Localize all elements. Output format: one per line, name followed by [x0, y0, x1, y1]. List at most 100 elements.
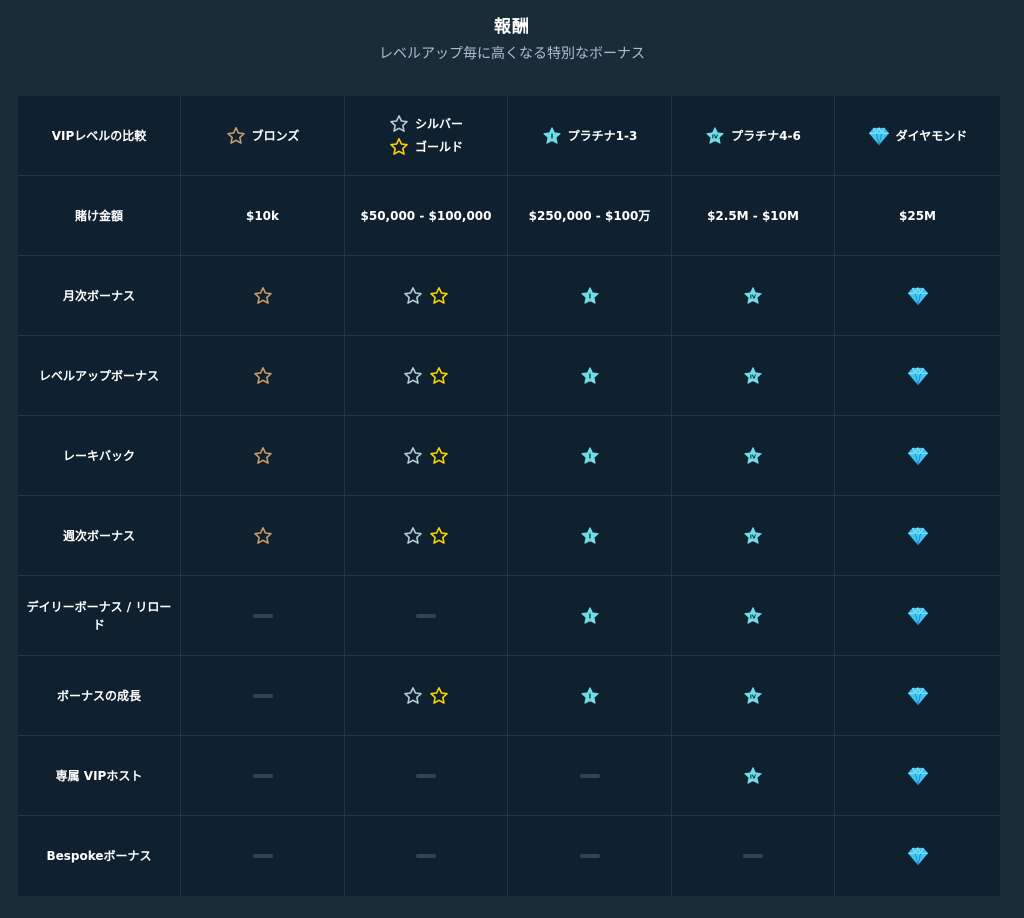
- svg-text:IV: IV: [750, 694, 757, 700]
- wager-label-cell: 賭け金額: [18, 176, 181, 256]
- benefit-cell: [345, 336, 508, 416]
- platinum-iv-star-icon: IV: [705, 126, 725, 146]
- row-label: Bespokeボーナス: [46, 849, 152, 863]
- row-label: ボーナスの成長: [56, 688, 141, 703]
- benefit-cell: IV: [672, 576, 835, 656]
- platinum-iv-star-icon: IV: [743, 286, 763, 306]
- wager-value: $250,000 - $100万: [528, 208, 651, 223]
- benefit-cell: [181, 496, 345, 576]
- svg-text:I: I: [588, 452, 590, 460]
- wager-cell: $2.5M - $10M: [672, 176, 835, 256]
- platinum-i-star-icon: I: [580, 526, 600, 546]
- gold-star-icon: [429, 686, 449, 706]
- benefit-cell: [835, 416, 1000, 496]
- benefit-cell: [345, 656, 508, 736]
- benefit-cell: [345, 496, 508, 576]
- benefit-label-cell: 週次ボーナス: [18, 496, 181, 576]
- gold-star-icon: [429, 286, 449, 306]
- benefit-cell: IV: [672, 256, 835, 336]
- wager-value: $10k: [245, 208, 280, 223]
- unavailable-dash: [416, 854, 436, 858]
- benefit-cell: [835, 576, 1000, 656]
- tier-header-silver_gold: シルバー ゴールド: [345, 96, 508, 176]
- platinum-i-star-icon: I: [580, 606, 600, 626]
- benefit-cell: [181, 736, 345, 816]
- benefit-label-cell: Bespokeボーナス: [18, 816, 181, 896]
- benefit-cell: [835, 816, 1000, 896]
- row-label: レーキバック: [62, 448, 135, 463]
- gold-star-icon: [429, 446, 449, 466]
- benefit-cell: [835, 656, 1000, 736]
- benefit-cell: I: [508, 256, 672, 336]
- silver-star-icon: [403, 686, 423, 706]
- benefit-cell: [181, 336, 345, 416]
- diamond-icon: [907, 846, 929, 866]
- benefit-cell: I: [508, 416, 672, 496]
- svg-text:I: I: [550, 132, 552, 140]
- unavailable-dash: [579, 854, 600, 858]
- tier-label-plat46: プラチナ4-6: [731, 128, 801, 143]
- platinum-i-star-icon: I: [542, 126, 562, 146]
- tier-header-bronze: ブロンズ: [181, 96, 345, 176]
- platinum-iv-star-icon: IV: [743, 446, 763, 466]
- benefit-label-cell: レベルアップボーナス: [18, 336, 181, 416]
- gold-star-icon: [429, 366, 449, 386]
- bronze-star-icon: [253, 286, 273, 306]
- svg-text:I: I: [588, 692, 590, 700]
- diamond-icon: [907, 606, 929, 626]
- benefit-label-cell: ボーナスの成長: [18, 656, 181, 736]
- benefit-cell: IV: [672, 656, 835, 736]
- platinum-i-star-icon: I: [580, 446, 600, 466]
- benefit-cell: [345, 576, 508, 656]
- page-subtitle: レベルアップ毎に高くなる特別なボーナス: [379, 46, 645, 62]
- benefit-cell: IV: [672, 736, 835, 816]
- benefit-cell: [345, 816, 508, 896]
- svg-text:IV: IV: [750, 534, 757, 540]
- silver-star-icon: [403, 286, 423, 306]
- benefit-cell: [345, 256, 508, 336]
- tier-header-plat46: IV プラチナ4-6: [672, 96, 835, 176]
- platinum-iv-star-icon: IV: [743, 766, 763, 786]
- tier-label-plat13: プラチナ1-3: [567, 128, 638, 143]
- wager-cell: $50,000 - $100,000: [345, 176, 508, 256]
- benefit-cell: [835, 336, 1000, 416]
- wager-cell: $250,000 - $100万: [508, 176, 672, 256]
- diamond-icon: [868, 126, 890, 146]
- page-title: 報酬: [494, 17, 530, 37]
- benefit-cell: [835, 256, 1000, 336]
- benefit-cell: [181, 816, 345, 896]
- svg-text:I: I: [588, 292, 590, 300]
- platinum-iv-star-icon: IV: [743, 686, 763, 706]
- benefit-cell: IV: [672, 416, 835, 496]
- benefit-cell: [508, 816, 672, 896]
- unavailable-dash: [252, 773, 273, 778]
- benefit-cell: IV: [672, 336, 835, 416]
- benefit-cell: [345, 416, 508, 496]
- unavailable-dash: [252, 854, 273, 858]
- benefit-cell: I: [508, 656, 672, 736]
- svg-text:I: I: [588, 372, 590, 380]
- bronze-star-icon: [253, 366, 273, 386]
- silver-star-icon: [389, 114, 409, 134]
- benefit-cell: [181, 656, 345, 736]
- wager-value: $25M: [899, 208, 936, 223]
- svg-text:IV: IV: [750, 294, 757, 300]
- benefit-label-cell: 専属 VIPホスト: [18, 736, 181, 816]
- diamond-icon: [907, 286, 929, 306]
- benefit-cell: IV: [672, 496, 835, 576]
- unavailable-dash: [252, 693, 273, 698]
- bronze-star-icon: [226, 126, 246, 146]
- tier-label-diamond: ダイヤモンド: [895, 128, 968, 143]
- silver-star-icon: [403, 446, 423, 466]
- platinum-i-star-icon: I: [580, 686, 600, 706]
- unavailable-dash: [416, 773, 436, 778]
- svg-text:IV: IV: [750, 774, 757, 780]
- tier-header-plat13: I プラチナ1-3: [508, 96, 672, 176]
- benefit-cell: [835, 736, 1000, 816]
- bronze-star-icon: [253, 446, 273, 466]
- benefit-cell: I: [508, 496, 672, 576]
- diamond-icon: [907, 446, 929, 466]
- svg-text:IV: IV: [750, 614, 757, 620]
- wager-cell: $10k: [181, 176, 345, 256]
- benefit-label-cell: 月次ボーナス: [18, 256, 181, 336]
